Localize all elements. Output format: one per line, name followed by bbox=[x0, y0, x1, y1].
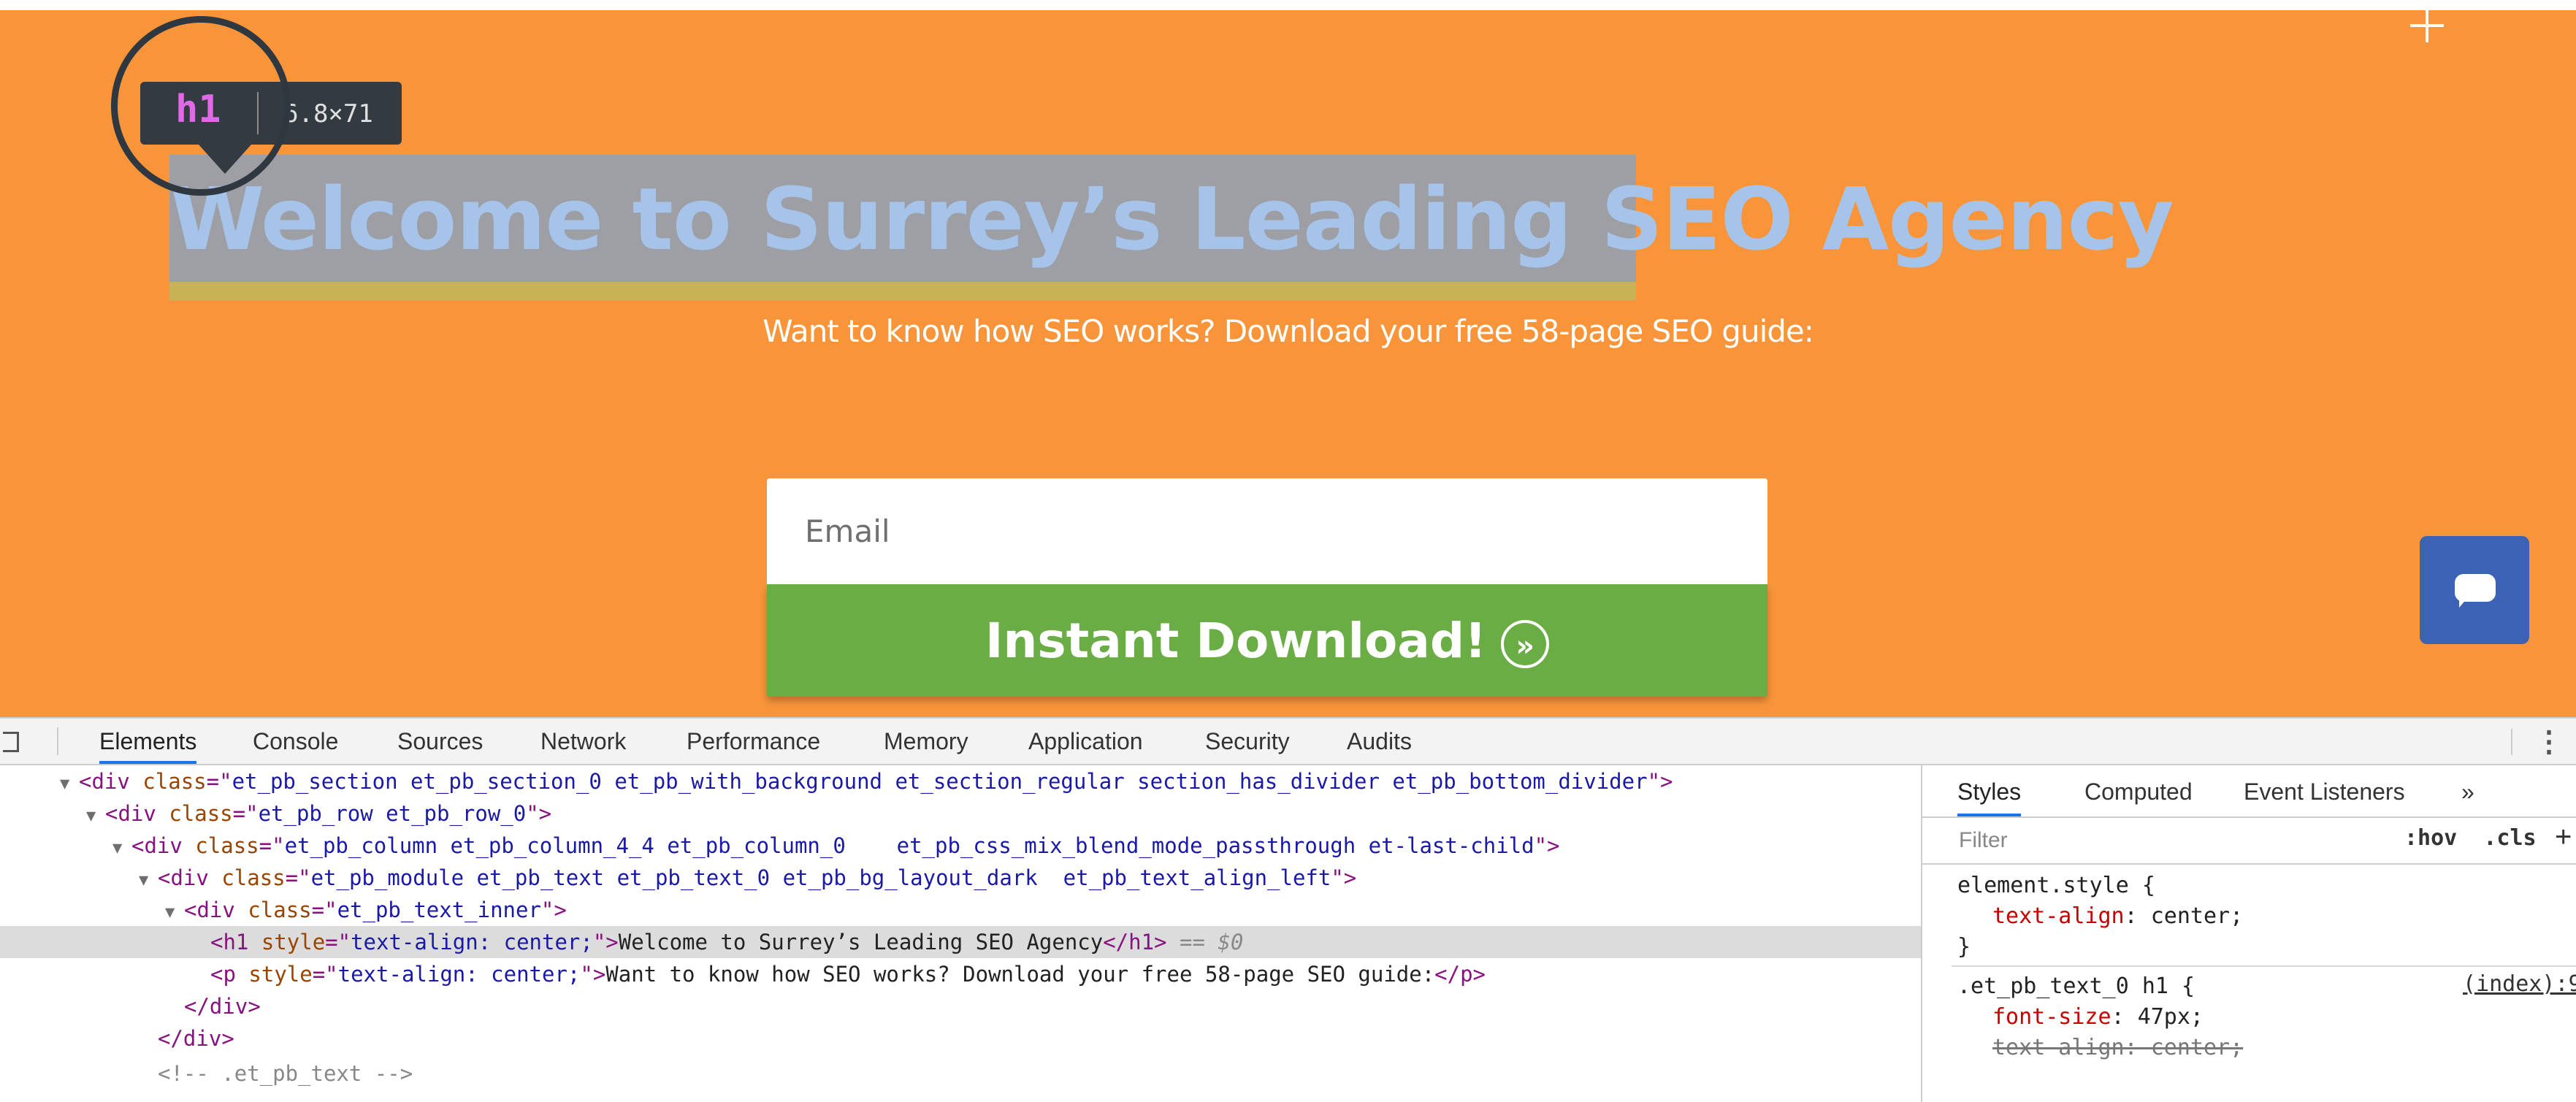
dom-node-p[interactable]: <p style="text-align: center;">Want to k… bbox=[0, 958, 1921, 990]
dom-text-content: Welcome to Surrey’s Leading SEO Agency bbox=[618, 930, 1104, 954]
dom-text-content: Want to know how SEO works? Download you… bbox=[605, 962, 1435, 987]
inspect-padding-overlay bbox=[169, 282, 1636, 301]
dom-attr-value: et_pb_text_inner bbox=[337, 898, 541, 922]
dom-comment-text: <!-- .et_pb_text --> bbox=[158, 1061, 413, 1086]
styles-filter-row: :hov .cls + bbox=[1922, 818, 2576, 865]
email-field[interactable] bbox=[767, 478, 1767, 584]
tab-audits[interactable]: Audits bbox=[1347, 719, 1412, 762]
more-tabs-icon[interactable]: » bbox=[2461, 778, 2474, 811]
devtools-tabbar: Elements Console Sources Network Perform… bbox=[0, 719, 2576, 765]
rule-element-style-declaration[interactable]: text-align: center; bbox=[1992, 901, 2243, 932]
dom-attr-name: style bbox=[248, 962, 313, 987]
tooltip-dimensions: 6.8×71 bbox=[283, 99, 373, 129]
dom-attr-name: class bbox=[248, 898, 312, 922]
css-property-name: text-align bbox=[1992, 903, 2125, 929]
styles-filter-input[interactable] bbox=[1957, 824, 2311, 857]
tab-network[interactable]: Network bbox=[540, 719, 626, 762]
tab-console[interactable]: Console bbox=[253, 719, 338, 762]
hov-cls-toggles[interactable]: :hov .cls bbox=[2404, 825, 2537, 851]
dom-tag-name: h1 bbox=[223, 930, 249, 954]
rule-close-brace: } bbox=[1957, 934, 1971, 960]
expand-triangle-icon[interactable]: ▼ bbox=[165, 897, 184, 929]
tab-performance[interactable]: Performance bbox=[687, 719, 820, 762]
dom-tag-name: div bbox=[144, 833, 183, 858]
dom-tag-name: div bbox=[91, 769, 130, 794]
tab-sources[interactable]: Sources bbox=[397, 719, 483, 762]
chat-bubble-tail bbox=[2459, 597, 2468, 608]
styles-pane: Styles Computed Event Listeners » :hov .… bbox=[1921, 765, 2576, 1102]
rule-element-style-selector[interactable]: element.style { bbox=[1957, 870, 2155, 901]
dom-comment[interactable]: <!-- .et_pb_text --> bbox=[0, 1057, 1921, 1090]
crosshair-cursor-icon bbox=[2410, 9, 2444, 42]
devtools-panel: Elements Console Sources Network Perform… bbox=[0, 717, 2576, 1102]
hero-subtitle: Want to know how SEO works? Download you… bbox=[763, 313, 1814, 349]
dom-close-div[interactable]: </div> bbox=[0, 1022, 1921, 1055]
dom-attr-value: text-align: center; bbox=[351, 930, 593, 954]
tab-security[interactable]: Security bbox=[1205, 719, 1290, 762]
tab-memory[interactable]: Memory bbox=[884, 719, 968, 762]
download-button-label: Instant Download! bbox=[985, 613, 1487, 669]
dom-tag-name: div bbox=[118, 801, 156, 826]
tab-event-listeners[interactable]: Event Listeners bbox=[2244, 778, 2405, 811]
web-page-viewport: Welcome to Surrey’s Leading SEO Agency W… bbox=[0, 0, 2576, 717]
dom-tag-name: p bbox=[223, 962, 236, 987]
dom-attr-value: text-align: center; bbox=[337, 962, 581, 987]
new-style-rule-icon[interactable]: + bbox=[2555, 821, 2572, 854]
dom-attr-value: et_pb_row et_pb_row_0 bbox=[258, 801, 527, 826]
dom-attr-value: et_pb_column et_pb_column_4_4 et_pb_colu… bbox=[284, 833, 1534, 858]
rule-separator bbox=[1952, 965, 2576, 967]
expand-triangle-icon[interactable]: ▼ bbox=[112, 833, 131, 865]
rule-h1-text-align-overridden[interactable]: text-align: center; bbox=[1992, 1033, 2243, 1063]
dom-close-div[interactable]: </div> bbox=[0, 990, 1921, 1022]
css-property-name: font-size bbox=[1992, 1004, 2111, 1030]
dom-attr-name: class bbox=[169, 801, 233, 826]
styles-subtabs: Styles Computed Event Listeners » bbox=[1922, 765, 2576, 818]
dom-node-column[interactable]: ▼ <div class="et_pb_column et_pb_column_4… bbox=[0, 830, 1921, 862]
elements-dom-tree: ▼ <div class="et_pb_section et_pb_section… bbox=[0, 765, 1921, 1102]
dom-node-module[interactable]: ▼ <div class="et_pb_module et_pb_text et_… bbox=[0, 862, 1921, 894]
tab-computed[interactable]: Computed bbox=[2084, 778, 2193, 811]
dom-attr-value: et_pb_section et_pb_section_0 et_pb_with… bbox=[232, 769, 1648, 794]
rule-h1-font-size[interactable]: font-size: 47px; bbox=[1992, 1002, 2204, 1033]
expand-triangle-icon[interactable]: ▼ bbox=[139, 865, 158, 897]
expand-triangle-icon[interactable]: ▼ bbox=[86, 800, 105, 833]
hero-heading: Welcome to Surrey’s Leading SEO Agency bbox=[169, 169, 2174, 269]
tabbar-divider bbox=[57, 727, 58, 755]
dom-attr-value: et_pb_module et_pb_text et_pb_text_0 et_… bbox=[310, 865, 1331, 890]
tab-styles[interactable]: Styles bbox=[1957, 778, 2022, 816]
dom-tag-name: div bbox=[170, 865, 209, 890]
dom-attr-name: class bbox=[142, 769, 207, 794]
overridden-declaration: text-align: center; bbox=[1992, 1035, 2244, 1060]
expand-triangle-icon[interactable]: ▼ bbox=[60, 768, 79, 800]
more-options-icon[interactable]: ⋮ bbox=[2534, 726, 2564, 758]
double-chevron-icon: » bbox=[1501, 619, 1550, 668]
dom-selected-marker: == $0 bbox=[1180, 930, 1244, 954]
dom-attr-name: class bbox=[195, 833, 259, 858]
rule-source-link[interactable]: (index):9 bbox=[2463, 971, 2576, 997]
dom-node-row[interactable]: ▼ <div class="et_pb_row et_pb_row_0"> bbox=[0, 797, 1921, 830]
tab-elements[interactable]: Elements bbox=[99, 719, 197, 764]
dom-tag-name: div bbox=[183, 1026, 222, 1051]
rule-h1-selector[interactable]: .et_pb_text_0 h1 { bbox=[1957, 971, 2195, 1002]
dom-node-h1-selected[interactable]: <h1 style="text-align: center;">Welcome … bbox=[0, 926, 1921, 958]
css-property-value: 47px; bbox=[2137, 1004, 2204, 1030]
dom-attr-name: class bbox=[221, 865, 286, 890]
annotation-circle bbox=[111, 16, 291, 196]
dom-tag-name: div bbox=[196, 898, 235, 922]
chat-widget-button[interactable] bbox=[2420, 536, 2529, 644]
dom-node-text-inner[interactable]: ▼ <div class="et_pb_text_inner"> bbox=[0, 894, 1921, 926]
dom-attr-name: style bbox=[261, 930, 326, 954]
tab-application[interactable]: Application bbox=[1028, 719, 1143, 762]
menu-divider bbox=[2511, 729, 2512, 755]
dom-tag-name: div bbox=[209, 994, 248, 1019]
dom-node-section[interactable]: ▼ <div class="et_pb_section et_pb_section… bbox=[0, 765, 1921, 797]
instant-download-button[interactable]: Instant Download! » bbox=[767, 584, 1767, 697]
device-toggle-icon[interactable] bbox=[3, 732, 19, 752]
css-property-value: center; bbox=[2150, 903, 2244, 929]
